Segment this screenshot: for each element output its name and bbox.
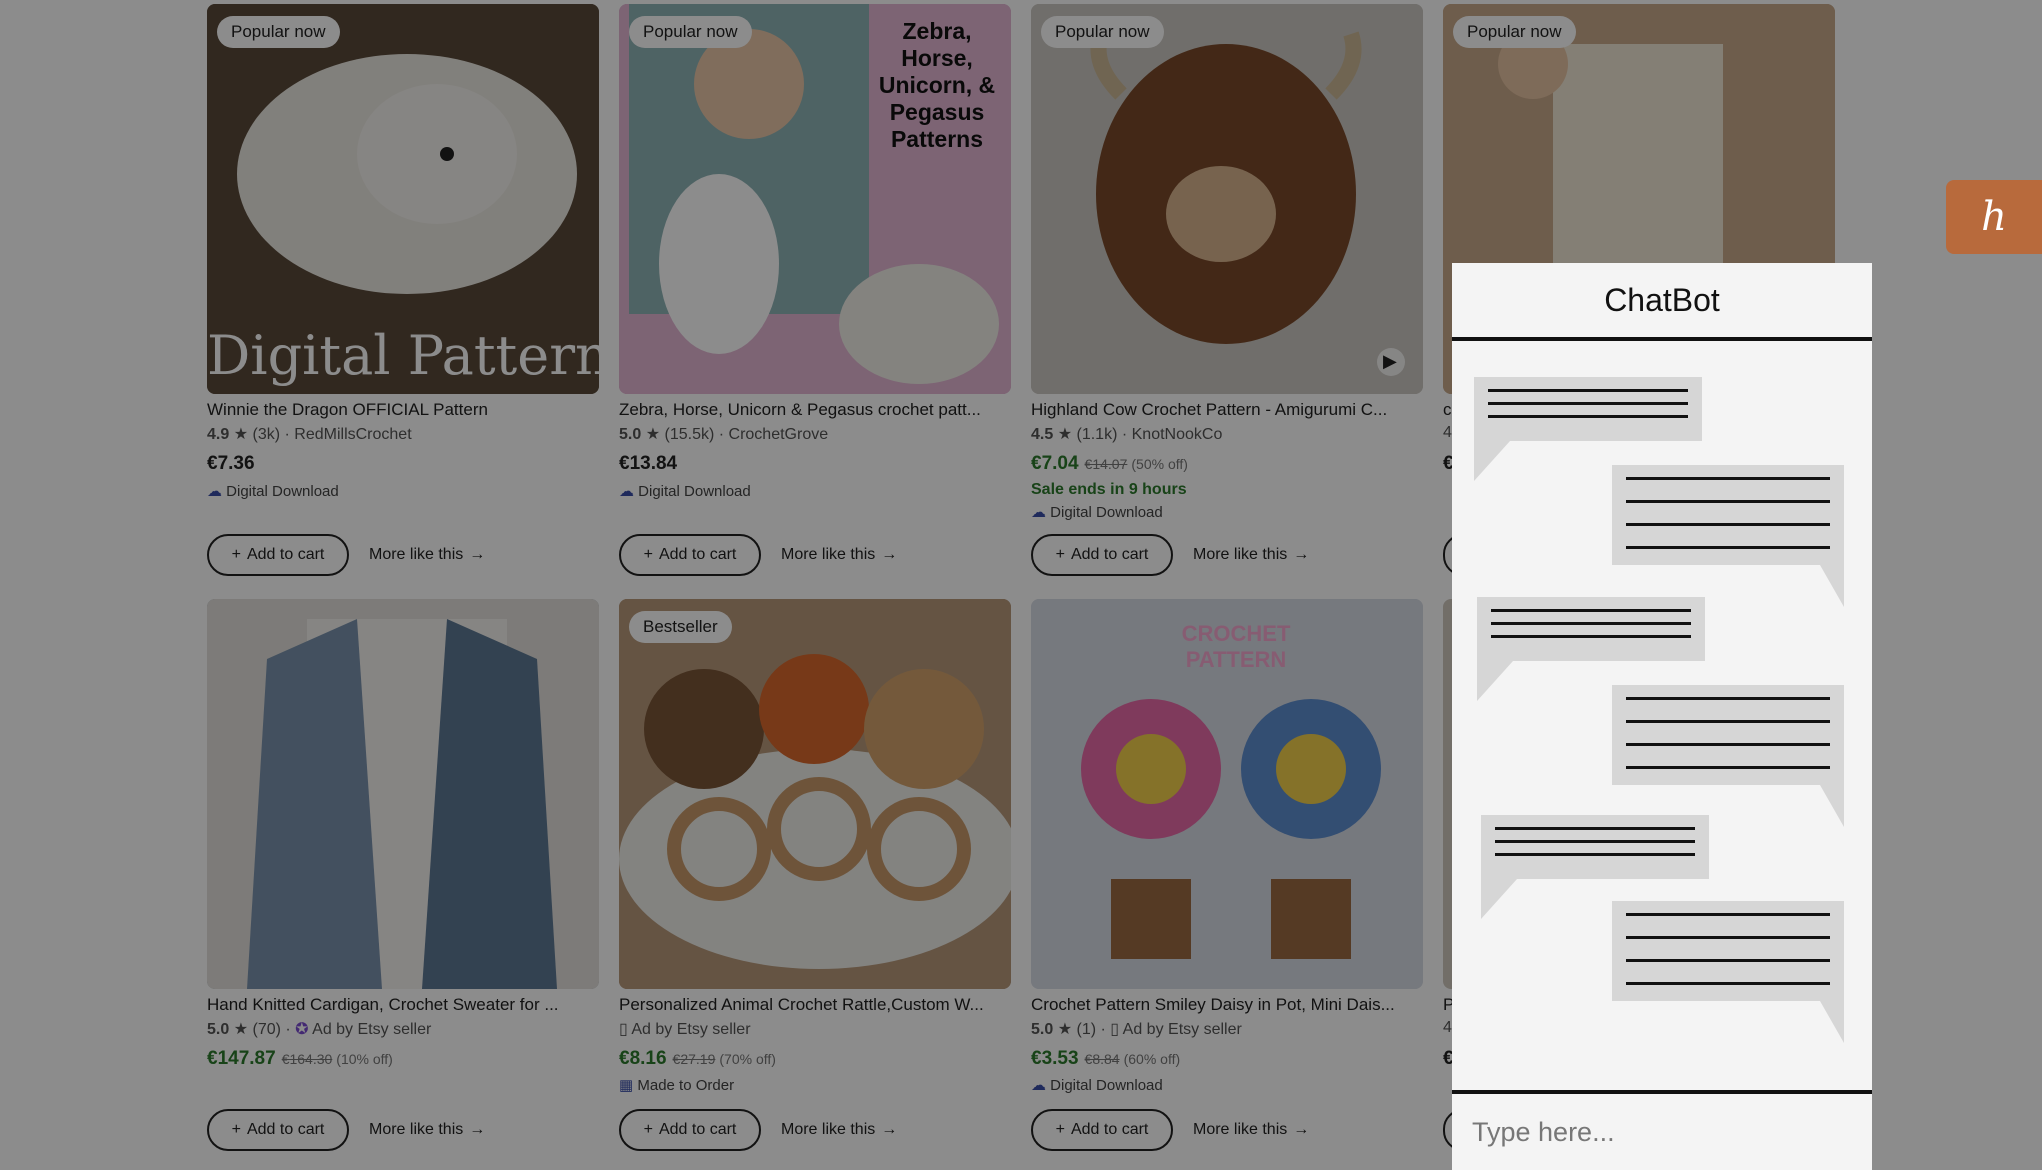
bubble-tail xyxy=(1820,1001,1844,1043)
chatbot-title: ChatBot xyxy=(1452,263,1872,341)
chat-message-input[interactable] xyxy=(1470,1115,1854,1149)
bot-message xyxy=(1474,377,1702,441)
bot-message xyxy=(1481,815,1709,879)
bubble-tail xyxy=(1474,441,1510,481)
bot-message xyxy=(1477,597,1705,661)
user-message xyxy=(1612,685,1844,785)
extension-button[interactable]: h xyxy=(1946,180,2042,254)
bubble-tail xyxy=(1481,879,1517,919)
honey-h-icon: h xyxy=(1981,194,2007,240)
user-message xyxy=(1612,901,1844,1001)
bubble-tail xyxy=(1820,565,1844,607)
bubble-tail xyxy=(1477,661,1513,701)
chat-input-bar xyxy=(1452,1090,1872,1170)
bubble-tail xyxy=(1820,785,1844,827)
user-message xyxy=(1612,465,1844,565)
chatbot-panel: ChatBot xyxy=(1452,263,1872,1170)
